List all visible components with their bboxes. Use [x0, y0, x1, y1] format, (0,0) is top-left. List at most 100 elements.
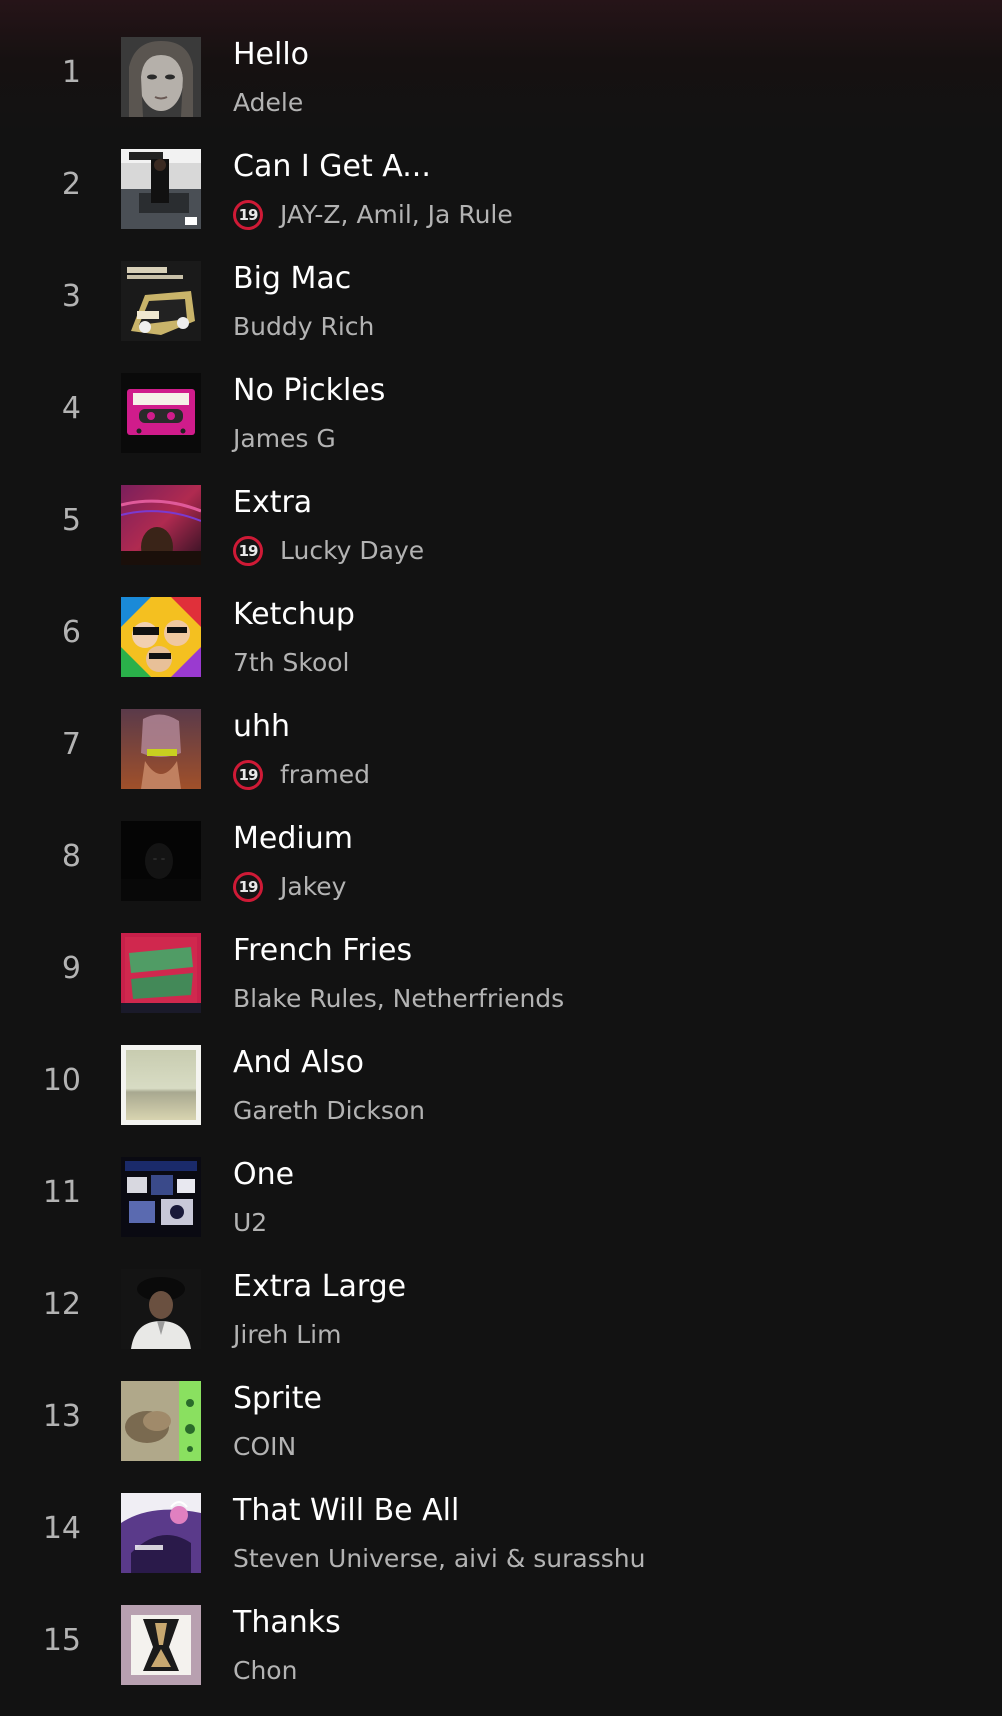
track-title: Sprite [233, 1381, 322, 1416]
track-number: 8 [61, 839, 81, 874]
artist-name: Buddy Rich [233, 312, 375, 341]
track-row[interactable]: 10 And Also Gareth Dickson [0, 1028, 1002, 1140]
artist-name: Gareth Dickson [233, 1096, 425, 1125]
album-art-image [121, 821, 201, 901]
artist-line: 7th Skool [233, 645, 350, 681]
artist-line: Jireh Lim [233, 1317, 341, 1353]
track-title: Hello [233, 37, 310, 72]
artist-line: Adele [233, 85, 303, 121]
artist-name: framed [280, 760, 371, 789]
track-number: 11 [42, 1175, 81, 1210]
track-title: One [233, 1157, 295, 1192]
artist-line: 19 framed [233, 757, 370, 793]
track-title: Can I Get A... [233, 149, 431, 184]
track-title: That Will Be All [233, 1493, 460, 1528]
album-art-image [121, 261, 201, 341]
track-title: Extra [233, 485, 313, 520]
track-number: 4 [61, 391, 81, 426]
track-row[interactable]: 6 Ketchup 7th Skool [0, 580, 1002, 692]
track-row[interactable]: 2 Can I Get A... 19 JAY-Z, Amil, Ja Rule [0, 132, 1002, 244]
track-number: 9 [61, 951, 81, 986]
album-cover [121, 485, 201, 565]
track-row[interactable]: 9 French Fries Blake Rules, Netherfriend… [0, 916, 1002, 1028]
artist-name: U2 [233, 1208, 268, 1237]
age-restriction-badge: 19 [233, 872, 263, 902]
album-cover [121, 1269, 201, 1349]
track-title: Big Mac [233, 261, 352, 296]
track-title: Extra Large [233, 1269, 407, 1304]
track-number: 15 [42, 1623, 81, 1658]
track-title: No Pickles [233, 373, 386, 408]
album-art-image [121, 1269, 201, 1349]
track-title: uhh [233, 709, 291, 744]
artist-line: Chon [233, 1653, 297, 1689]
track-row[interactable]: 8 Medium 19 Jakey [0, 804, 1002, 916]
album-art-image [121, 933, 201, 1013]
track-number: 2 [61, 167, 81, 202]
artist-name: Jireh Lim [233, 1320, 342, 1349]
artist-line: Buddy Rich [233, 309, 374, 345]
album-art-image [121, 37, 201, 117]
track-row[interactable]: 11 One U2 [0, 1140, 1002, 1252]
playlist-screen: 1 Hello Adele 2 Can I Get A... 19 JAY-Z,… [0, 0, 1002, 1716]
artist-line: James G [233, 421, 336, 457]
artist-line: 19 Lucky Daye [233, 533, 424, 569]
track-row[interactable]: 12 Extra Large Jireh Lim [0, 1252, 1002, 1364]
artist-line: 19 JAY-Z, Amil, Ja Rule [233, 197, 513, 233]
age-restriction-badge: 19 [233, 200, 263, 230]
track-number: 10 [42, 1063, 81, 1098]
album-art-image [121, 1045, 201, 1125]
track-title: French Fries [233, 933, 413, 968]
album-art-image [121, 597, 201, 677]
album-art-image [121, 485, 201, 565]
album-art-image [121, 1381, 201, 1461]
artist-name: COIN [233, 1432, 297, 1461]
album-cover [121, 597, 201, 677]
album-cover [121, 1493, 201, 1573]
track-row[interactable]: 3 Big Mac Buddy Rich [0, 244, 1002, 356]
track-row[interactable]: 1 Hello Adele [0, 20, 1002, 132]
artist-line: COIN [233, 1429, 296, 1465]
artist-line: 19 Jakey [233, 869, 346, 905]
artist-name: Steven Universe, aivi & surasshu [233, 1544, 646, 1573]
track-row[interactable]: 15 Thanks Chon [0, 1588, 1002, 1700]
artist-name: Blake Rules, Netherfriends [233, 984, 565, 1013]
artist-name: JAY-Z, Amil, Ja Rule [280, 200, 513, 229]
album-cover [121, 709, 201, 789]
track-title: And Also [233, 1045, 364, 1080]
album-cover [121, 1381, 201, 1461]
track-title: Ketchup [233, 597, 355, 632]
track-row[interactable]: 4 No Pickles James G [0, 356, 1002, 468]
track-number: 3 [61, 279, 81, 314]
track-row[interactable]: 5 Extra 19 Lucky Daye [0, 468, 1002, 580]
album-art-image [121, 1157, 201, 1237]
artist-name: Chon [233, 1656, 298, 1685]
album-art-image [121, 1605, 201, 1685]
artist-name: Adele [233, 88, 304, 117]
artist-line: Blake Rules, Netherfriends [233, 981, 564, 1017]
track-row[interactable]: 13 Sprite COIN [0, 1364, 1002, 1476]
album-cover [121, 37, 201, 117]
album-art-image [121, 1493, 201, 1573]
track-row[interactable]: 7 uhh 19 framed [0, 692, 1002, 804]
track-row[interactable]: 14 That Will Be All Steven Universe, aiv… [0, 1476, 1002, 1588]
track-title: Medium [233, 821, 353, 856]
album-cover [121, 373, 201, 453]
artist-name: Lucky Daye [280, 536, 425, 565]
artist-name: Jakey [280, 872, 347, 901]
track-number: 7 [61, 727, 81, 762]
artist-line: U2 [233, 1205, 267, 1241]
album-cover [121, 1605, 201, 1685]
album-art-image [121, 149, 201, 229]
track-number: 6 [61, 615, 81, 650]
track-number: 12 [42, 1287, 81, 1322]
track-number: 1 [61, 55, 81, 90]
artist-name: James G [233, 424, 336, 453]
album-art-image [121, 373, 201, 453]
track-number: 13 [42, 1399, 81, 1434]
artist-line: Steven Universe, aivi & surasshu [233, 1541, 645, 1577]
track-number: 5 [61, 503, 81, 538]
album-cover [121, 933, 201, 1013]
age-restriction-badge: 19 [233, 536, 263, 566]
track-title: Thanks [233, 1605, 341, 1640]
